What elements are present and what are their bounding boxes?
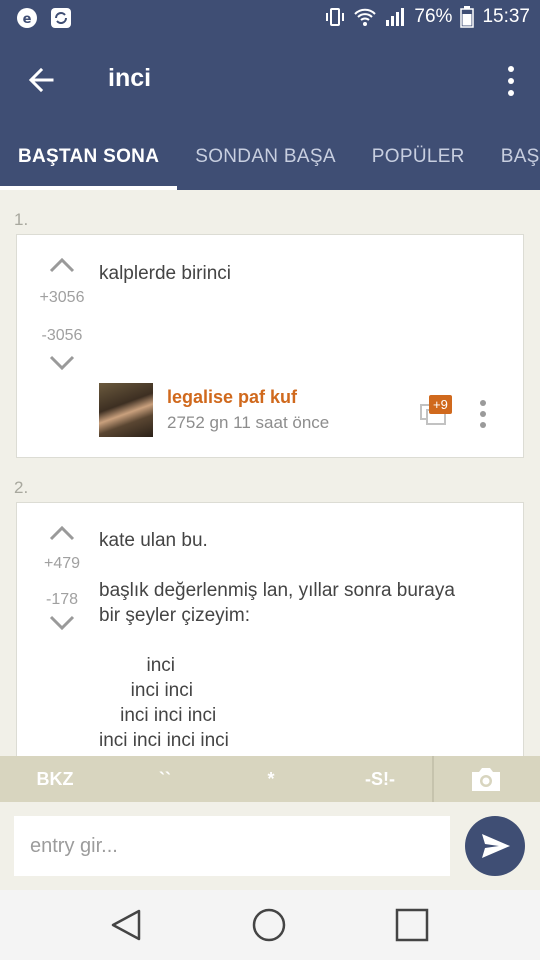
upvote-count: +479 <box>43 555 81 572</box>
tab-bar: BAŞTAN SONA SONDAN BAŞA POPÜLER BAŞ <box>0 136 540 190</box>
upvote-count: +3056 <box>39 289 85 306</box>
downvote-icon[interactable] <box>48 613 76 633</box>
author-row: legalise paf kuf 2752 gn 11 saat önce <box>99 383 399 439</box>
svg-text:e: e <box>23 12 32 27</box>
author-name[interactable]: legalise paf kuf <box>167 387 297 408</box>
downvote-count: -178 <box>45 591 79 608</box>
avatar[interactable] <box>99 383 153 437</box>
tab-bas[interactable]: BAŞ <box>483 136 540 190</box>
camera-icon[interactable] <box>470 765 502 793</box>
tab-sondan-basa[interactable]: SONDAN BAŞA <box>177 136 354 190</box>
tab-populer[interactable]: POPÜLER <box>354 136 483 190</box>
upvote-icon[interactable] <box>48 255 76 275</box>
format-toolbar: BKZ `` * -S!- <box>0 756 540 802</box>
vibrate-icon <box>326 8 345 26</box>
downvote-icon[interactable] <box>48 353 76 373</box>
system-nav-bar <box>0 890 540 960</box>
downvote-count: -3056 <box>41 327 83 344</box>
send-icon <box>482 834 510 858</box>
nav-recents-icon[interactable] <box>394 907 430 943</box>
entry-number: 2. <box>14 478 29 497</box>
back-arrow-icon[interactable] <box>24 62 60 98</box>
tab-bastan-sona[interactable]: BAŞTAN SONA <box>0 136 178 190</box>
more-options-icon[interactable] <box>478 399 488 429</box>
notification-icon: e <box>17 8 37 28</box>
entry-card: +479 -178 kate ulan bu. başlık değerlenm… <box>16 502 524 756</box>
vote-column: +3056 -3056 <box>27 255 97 373</box>
nav-home-icon[interactable] <box>251 907 287 943</box>
entry-input-row <box>0 802 540 890</box>
entry-number: 1. <box>14 210 29 229</box>
status-left-icons: e <box>16 7 72 29</box>
backtick-button[interactable]: `` <box>130 769 200 790</box>
entry-input[interactable] <box>14 816 450 876</box>
entry-text: kate ulan bu. başlık değerlenmiş lan, yı… <box>99 530 455 751</box>
sync-icon <box>51 8 71 28</box>
toolbar-divider <box>432 756 434 802</box>
entry-list[interactable]: 1. +3056 -3056 kalplerde birinci legalis… <box>0 190 540 756</box>
bkz-button[interactable]: BKZ <box>20 769 90 790</box>
app-bar: inci BAŞTAN SONA SONDAN BAŞA POPÜLER BAŞ <box>0 36 540 190</box>
signal-icon <box>386 8 405 26</box>
clock: 15:37 <box>482 6 530 27</box>
status-bar: e 76% 15:37 <box>0 0 540 36</box>
overflow-menu-icon[interactable] <box>504 64 518 98</box>
entry-meta: 2752 gn 11 saat önce <box>167 413 330 432</box>
vote-column: +479 -178 <box>27 523 97 633</box>
battery-icon <box>460 6 475 28</box>
star-button[interactable]: * <box>236 769 306 790</box>
spoiler-button[interactable]: -S!- <box>340 769 420 790</box>
page-title: inci <box>108 64 152 92</box>
entry-text: kalplerde birinci <box>99 263 232 284</box>
status-right: 76% 15:37 <box>324 6 530 28</box>
comment-count-badge: +9 <box>429 395 452 414</box>
nav-back-icon[interactable] <box>108 907 144 943</box>
upvote-icon[interactable] <box>48 523 76 543</box>
wifi-icon <box>354 8 377 26</box>
entry-card: +3056 -3056 kalplerde birinci legalise p… <box>16 234 524 458</box>
battery-percent: 76% <box>414 6 453 27</box>
send-button[interactable] <box>465 816 525 876</box>
